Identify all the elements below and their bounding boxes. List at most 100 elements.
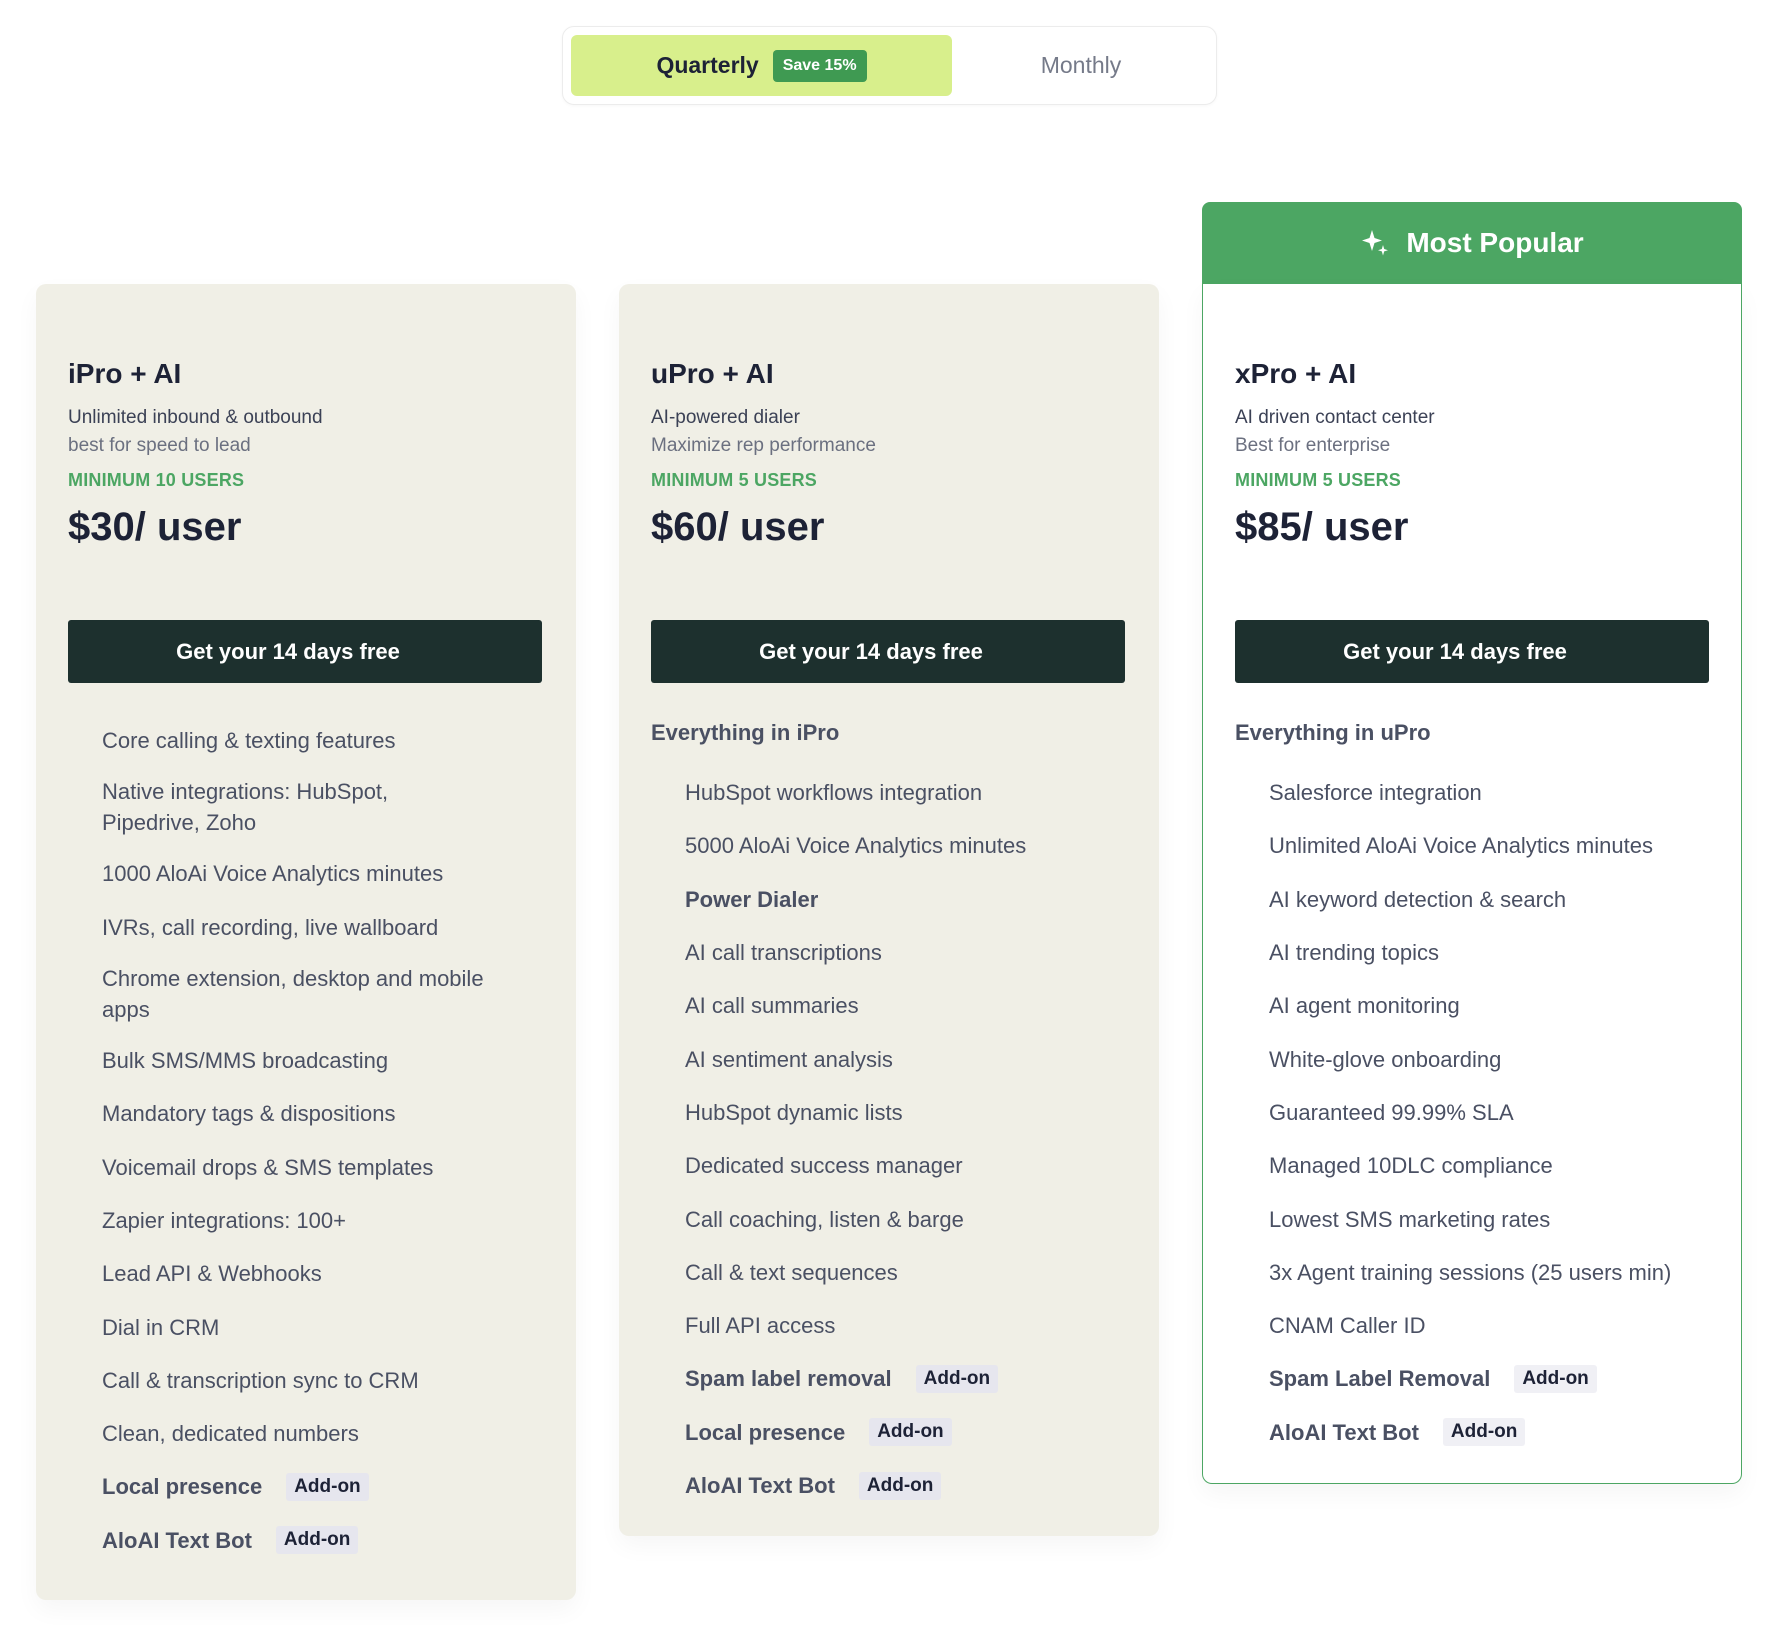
feature-item: Native integrations: HubSpot, Pipedrive,…: [68, 767, 544, 847]
feature-text: AI sentiment analysis: [685, 1046, 893, 1072]
sparkle-icon: [1235, 316, 1265, 346]
feature-text: AI call summaries: [685, 993, 859, 1019]
feature-list: Core calling & texting features Native in…: [68, 714, 544, 1567]
plan-header: xPro + AI AI driven contact center Best fo…: [1235, 316, 1709, 550]
feature-text: 3x Agent training sessions (25 users min…: [1269, 1259, 1672, 1285]
check-icon: [651, 1318, 667, 1334]
plan-name: xPro + AI: [1235, 358, 1357, 389]
check-icon: [1235, 1371, 1251, 1387]
feature-item: 5000 AloAi Voice Analytics minutes: [651, 819, 1127, 872]
check-icon: [1235, 891, 1251, 907]
feature-item: Chrome extension, desktop and mobile app…: [68, 954, 544, 1034]
feature-list: Everything in iPro HubSpot workflows inte…: [651, 714, 1127, 1512]
feature-item: Full API access: [651, 1299, 1127, 1352]
start-trial-button[interactable]: Get your 14 days free: [651, 620, 1125, 683]
billing-toggle: Quarterly Save 15% Monthly: [562, 26, 1217, 105]
feature-text: 1000 AloAi Voice Analytics minutes: [102, 861, 444, 887]
check-icon: [68, 1053, 84, 1069]
info-icon[interactable]: [1002, 783, 1022, 803]
arrow-right-icon: [1581, 642, 1601, 662]
addon-badge: Add-on: [1442, 1418, 1526, 1447]
feature-item: Local presence Add-on: [651, 1406, 1127, 1459]
feature-item: Lead API & Webhooks: [68, 1247, 544, 1300]
feature-item: Call coaching, listen & barge: [651, 1192, 1127, 1245]
info-icon[interactable]: [923, 1102, 943, 1122]
feature-text: AloAI Text Bot: [1269, 1419, 1419, 1445]
feature-item: HubSpot workflows integration: [651, 766, 1127, 819]
feature-text: Core calling & texting features: [102, 728, 396, 754]
feature-list: Everything in uPro Salesforce integration…: [1235, 714, 1709, 1459]
check-icon: [68, 1319, 84, 1335]
quarterly-label: Quarterly: [656, 52, 759, 78]
feature-text: AI call transcriptions: [685, 940, 882, 966]
feature-text: Salesforce integration: [1269, 780, 1482, 806]
feature-item: Mandatory tags & dispositions: [68, 1087, 544, 1140]
check-icon: [651, 1051, 667, 1067]
plan-header: uPro + AI AI-powered dialer Maximize rep p…: [651, 316, 1127, 550]
plan-subdescription: Best for enterprise: [1235, 435, 1391, 456]
check-icon: [651, 891, 667, 907]
feature-item: Managed 10DLC compliance: [1235, 1139, 1709, 1192]
feature-item: Power Dialer: [651, 873, 1127, 926]
check-icon: [651, 1158, 667, 1174]
feature-text: AloAI Text Bot: [102, 1527, 252, 1553]
feature-text: Mandatory tags & dispositions: [102, 1101, 396, 1127]
feature-text: CNAM Caller ID: [1269, 1313, 1426, 1339]
start-trial-button[interactable]: Get your 14 days free: [1235, 620, 1709, 683]
check-icon: [651, 1371, 667, 1387]
feature-text: White-glove onboarding: [1269, 1046, 1502, 1072]
feature-item: Bulk SMS/MMS broadcasting: [68, 1034, 544, 1087]
feature-item: Unlimited AloAi Voice Analytics minutes: [1235, 819, 1709, 872]
feature-text: AloAI Text Bot: [685, 1473, 835, 1498]
minimum-users: MINIMUM 10 USERS: [68, 470, 245, 490]
minimum-users: MINIMUM 5 USERS: [1235, 470, 1402, 490]
feature-item: Spam Label Removal Add-on: [1235, 1352, 1709, 1405]
feature-text: Spam label removal: [685, 1366, 892, 1392]
feature-text: Dedicated success manager: [685, 1153, 963, 1179]
feature-text: Unlimited AloAi Voice Analytics minutes: [1269, 833, 1653, 859]
everything-in-label: Everything in iPro: [651, 720, 840, 745]
check-icon: [68, 1479, 84, 1495]
addon-badge: Add-on: [858, 1471, 942, 1500]
info-icon[interactable]: [524, 797, 544, 817]
quarterly-toggle-option[interactable]: Quarterly Save 15%: [571, 35, 952, 96]
plan-name: uPro + AI: [651, 358, 774, 389]
feature-text: Power Dialer: [685, 886, 819, 912]
plan-header: iPro + AI Unlimited inbound & outbound bes…: [68, 316, 544, 550]
feature-item: CNAM Caller ID: [1235, 1299, 1709, 1352]
check-icon: [651, 1424, 667, 1440]
check-icon: [68, 733, 84, 749]
feature-text: Call & transcription sync to CRM: [102, 1367, 419, 1393]
start-trial-button[interactable]: Get your 14 days free: [68, 620, 542, 683]
feature-item: Zapier integrations: 100+: [68, 1194, 544, 1247]
check-icon: [68, 1426, 84, 1442]
check-icon: [68, 1106, 84, 1122]
sparkle-icon: [651, 316, 681, 346]
feature-text: Lowest SMS marketing rates: [1269, 1206, 1551, 1232]
start-trial-label: Get your 14 days free: [1343, 638, 1567, 664]
check-icon: [1235, 1158, 1251, 1174]
check-icon: [1235, 1318, 1251, 1334]
feature-item: Spam label removal Add-on: [651, 1352, 1127, 1405]
monthly-toggle-option[interactable]: Monthly: [952, 35, 1210, 96]
feature-item: IVRs, call recording, live wallboard: [68, 901, 544, 954]
feature-item: AI call transcriptions: [651, 926, 1127, 979]
feature-item: Lowest SMS marketing rates: [1235, 1192, 1709, 1245]
check-icon: [1235, 1424, 1251, 1440]
feature-text: Bulk SMS/MMS broadcasting: [102, 1048, 389, 1074]
feature-item: Clean, dedicated numbers: [68, 1407, 544, 1460]
feature-item: Call & text sequences: [651, 1246, 1127, 1299]
plan-price: $30/ user: [68, 505, 242, 549]
minimum-users: MINIMUM 5 USERS: [651, 470, 818, 490]
feature-text: Local presence: [685, 1419, 846, 1445]
addon-badge: Add-on: [286, 1472, 369, 1501]
check-icon: [1235, 1264, 1251, 1280]
check-icon: [651, 1264, 667, 1280]
plan-description: AI driven contact center: [1235, 407, 1435, 428]
plan-card-ipro: iPro + AI Unlimited inbound & outbound bes…: [36, 284, 576, 1600]
check-icon: [651, 838, 667, 854]
addon-badge: Add-on: [1514, 1364, 1597, 1393]
info-icon[interactable]: [1521, 1049, 1541, 1069]
info-icon[interactable]: [983, 1156, 1003, 1176]
feature-item: Guaranteed 99.99% SLA: [1235, 1086, 1709, 1139]
